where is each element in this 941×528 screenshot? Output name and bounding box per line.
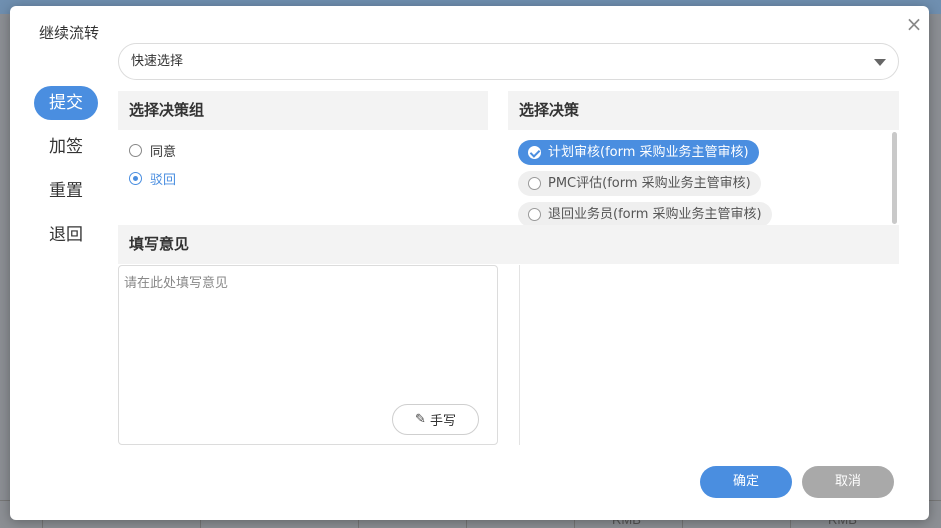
decision-option-label: PMC评估(form 采购业务主管审核) <box>548 176 751 191</box>
pen-icon: ✎ <box>415 412 426 427</box>
dialog-title: 继续流转 <box>39 24 100 42</box>
nav-item-return[interactable]: 退回 <box>34 218 98 252</box>
close-icon[interactable]: × <box>904 14 924 34</box>
action-nav: 提交 加签 重置 退回 <box>34 86 100 262</box>
opinion-box: ✎ 手写 <box>118 265 498 445</box>
radio-reject[interactable]: 驳回 <box>129 169 176 188</box>
opinion-header: 填写意见 <box>118 225 899 264</box>
handwrite-label: 手写 <box>429 414 456 429</box>
nav-item-reset[interactable]: 重置 <box>34 174 98 208</box>
radio-circle-icon <box>528 177 541 190</box>
decision-option-pmc-eval[interactable]: PMC评估(form 采购业务主管审核) <box>518 171 761 196</box>
decision-option-label: 退回业务员(form 采购业务主管审核) <box>548 207 762 222</box>
divider <box>519 265 520 445</box>
decision-option-label: 计划审核(form 采购业务主管审核) <box>548 145 749 160</box>
decision-group-header: 选择决策组 <box>118 91 488 130</box>
radio-label: 驳回 <box>150 173 177 188</box>
check-icon <box>528 146 541 159</box>
chevron-down-icon <box>874 59 886 66</box>
decision-option-return-salesman[interactable]: 退回业务员(form 采购业务主管审核) <box>518 202 772 227</box>
radio-label: 同意 <box>150 145 177 160</box>
decision-list: 计划审核(form 采购业务主管审核) PMC评估(form 采购业务主管审核)… <box>518 136 890 228</box>
cancel-button[interactable]: 取消 <box>802 466 894 498</box>
nav-item-add-sign[interactable]: 加签 <box>34 130 98 164</box>
radio-circle-icon <box>528 208 541 221</box>
decision-option-plan-review[interactable]: 计划审核(form 采购业务主管审核) <box>518 140 759 165</box>
quick-select-value: 快速选择 <box>131 54 184 69</box>
nav-item-submit[interactable]: 提交 <box>34 86 98 120</box>
radio-circle-icon <box>129 144 142 157</box>
radio-checked-icon <box>129 172 142 185</box>
radio-agree[interactable]: 同意 <box>129 141 176 160</box>
confirm-button[interactable]: 确定 <box>700 466 792 498</box>
decision-scrollbar[interactable] <box>892 132 897 224</box>
decision-header: 选择决策 <box>508 91 899 130</box>
quick-select-dropdown[interactable]: 快速选择 <box>118 43 899 80</box>
handwrite-button[interactable]: ✎ 手写 <box>392 404 479 435</box>
